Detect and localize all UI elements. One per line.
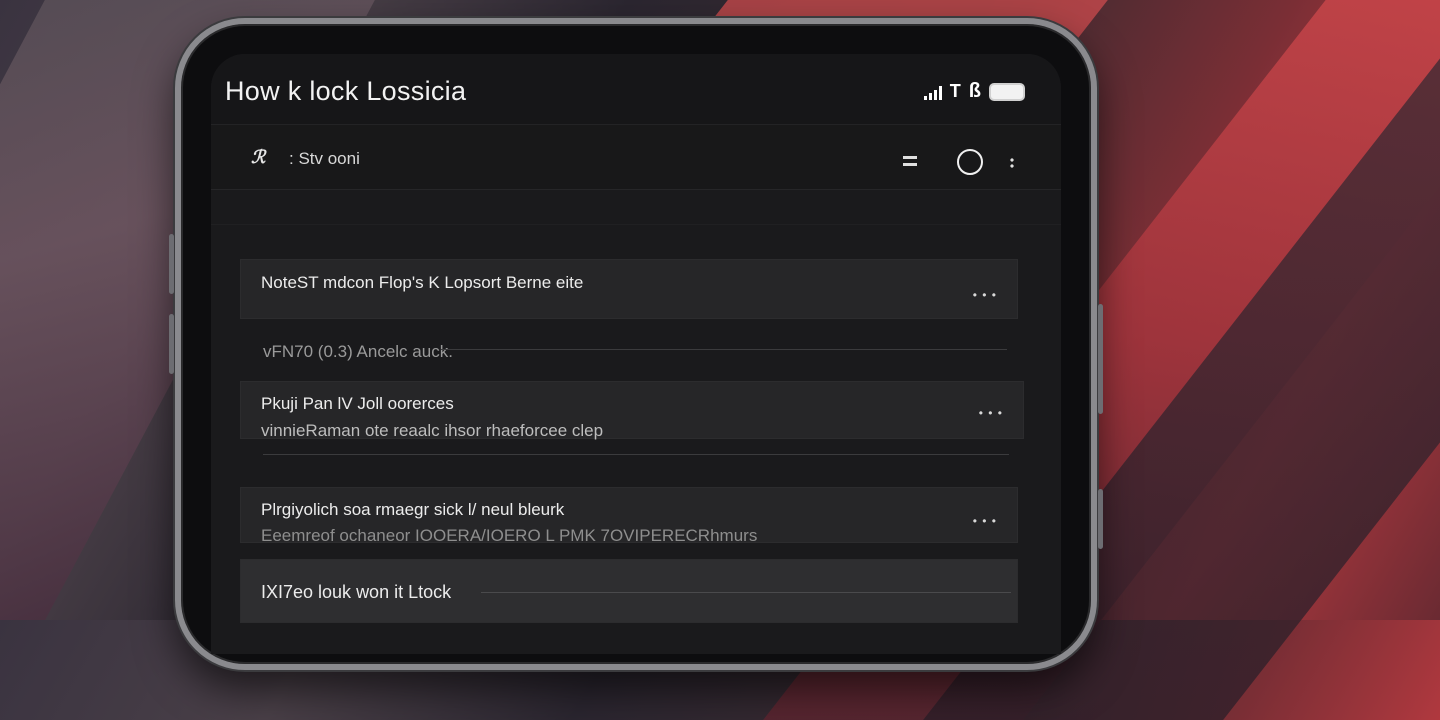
row-divider [263,454,1009,455]
back-icon[interactable]: ℛ [251,147,265,168]
phone-frame: How k lock Lossicia T ß ℛ : Stv ooni Not… [169,18,1103,670]
phone-screen: How k lock Lossicia T ß ℛ : Stv ooni Not… [211,54,1061,654]
list-item-primary: NoteST mdcon Flop's K Lopsort Berne eite [261,273,584,292]
volume-button-lower [169,314,174,374]
circle-icon[interactable] [957,149,983,175]
list-item-secondary: vFN70 (0.3) Ancelc auck. [263,342,453,361]
power-button [1098,304,1103,414]
volume-button [169,234,174,294]
status-icons: T ß [923,80,1025,103]
more-icon[interactable]: • • • [979,406,1003,420]
list-item-secondary: Eeemreof ochaneor IOOERA/IOERO L PMK 7OV… [261,526,758,545]
signal-icon [923,84,942,100]
app-bar: ℛ : Stv ooni [211,125,1061,190]
wifi-icon: T [949,81,961,101]
row-divider [441,349,1007,350]
status-title: How k lock Lossicia [225,76,467,106]
battery-icon [989,82,1025,101]
more-vertical-icon[interactable] [1010,157,1014,169]
row-divider [481,592,1011,593]
list-item[interactable]: Pkuji Pan lV Joll oorerces vinnieRaman o… [241,382,1023,440]
list-item[interactable]: NoteST mdcon Flop's K Lopsort Berne eite… [241,260,1017,318]
menu-icon[interactable] [903,156,917,166]
app-title: : Stv ooni [289,149,360,168]
bluetooth-icon: ß [968,80,981,102]
side-button [1098,489,1103,549]
status-bar: How k lock Lossicia T ß [211,54,1061,125]
list-item[interactable]: IXI7eo louk won it Ltock [241,560,1017,622]
more-icon[interactable]: • • • [973,514,997,528]
more-icon[interactable]: • • • [973,288,997,302]
list-item-primary: Plrgiyolich soa rmaegr sick l/ neul bleu… [261,500,565,519]
list-item[interactable]: Plrgiyolich soa rmaegr sick l/ neul bleu… [241,488,1017,545]
divider [211,224,1061,225]
list-item-secondary: vinnieRaman ote reaalc ihsor rhaeforcee … [261,421,604,440]
list-item-primary: Pkuji Pan lV Joll oorerces [261,394,454,413]
list-item-primary: IXI7eo louk won it Ltock [261,582,452,602]
